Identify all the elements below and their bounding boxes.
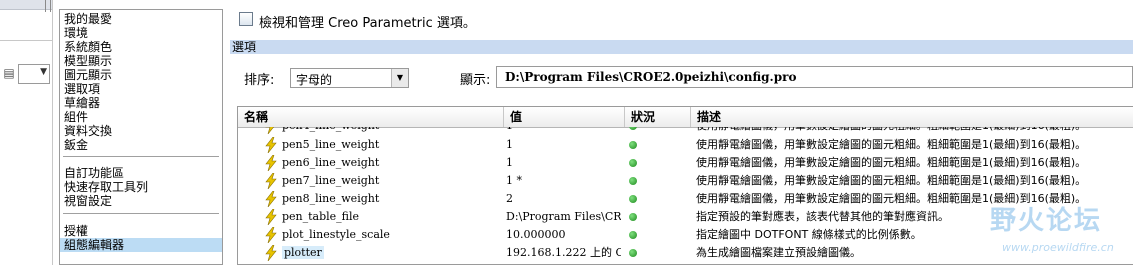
category-licensing[interactable]: 授權 xyxy=(60,224,222,238)
option-name: plotter xyxy=(282,244,502,262)
option-description: 使用靜電繪圖儀，用筆數設定繪圖的圖元粗細。粗細範圍是1(最細)到16(最粗)。 xyxy=(696,156,1087,169)
divider xyxy=(0,40,52,41)
background-window-strip: ▤ ▼ xyxy=(0,0,53,265)
status-ok-icon xyxy=(629,177,637,185)
document-icon[interactable]: ▤ xyxy=(0,64,18,82)
table-header: 名稱 值 狀況 描述 xyxy=(238,107,1133,128)
category-list: 我的最愛 環境 系統顏色 模型顯示 圖元顯示 選取項 草繪器 組件 資料交換 鈑… xyxy=(59,9,223,265)
column-header-value[interactable]: 值 xyxy=(504,107,625,127)
status-ok-icon xyxy=(629,249,637,257)
status-ok-icon xyxy=(629,195,637,203)
category-data-exchange[interactable]: 資料交換 xyxy=(60,124,222,138)
sort-dropdown[interactable]: 字母的 ▼ xyxy=(290,68,409,88)
display-dropdown[interactable]: D:\Program Files\CROE2.0peizhi\config.pr… xyxy=(496,66,1133,88)
option-value: 10.000000 xyxy=(506,228,566,241)
option-name: pen_table_file xyxy=(282,210,360,223)
category-customize-ribbon[interactable]: 自訂功能區 xyxy=(60,166,222,180)
category-environment[interactable]: 環境 xyxy=(60,26,222,40)
option-name: pen5_line_weight xyxy=(282,138,380,151)
option-value: 1 xyxy=(506,138,513,151)
status-ok-icon xyxy=(629,159,637,167)
options-table: 名稱 值 狀況 描述 pen4_line_weight 1 使用靜電繪圖儀，用筆… xyxy=(237,106,1133,265)
category-system-colors[interactable]: 系統顏色 xyxy=(60,40,222,54)
status-ok-icon xyxy=(629,141,637,149)
watermark-logo: 野火论坛 xyxy=(990,206,1103,236)
option-name: pen8_line_weight xyxy=(282,192,380,205)
table-row[interactable]: plotter 192.168.1.222 上的 C... 為生成繪圖檔案建立預… xyxy=(238,244,1133,262)
option-value: 192.168.1.222 上的 C... xyxy=(506,246,621,259)
divider xyxy=(50,0,51,12)
table-body: pen4_line_weight 1 使用靜電繪圖儀，用筆數設定繪圖的圖元粗細。… xyxy=(238,127,1133,264)
option-value: 1 xyxy=(506,156,513,169)
section-header: 選項 xyxy=(230,40,1133,54)
option-name: pen7_line_weight xyxy=(282,174,380,187)
status-ok-icon xyxy=(629,213,637,221)
category-entity-display[interactable]: 圖元顯示 xyxy=(60,68,222,82)
sort-label: 排序: xyxy=(244,73,275,88)
bolt-icon xyxy=(265,173,277,189)
category-model-display[interactable]: 模型顯示 xyxy=(60,54,222,68)
chevron-down-icon[interactable]: ▼ xyxy=(391,69,408,87)
status-ok-icon xyxy=(629,231,637,239)
chevron-down-icon: ▼ xyxy=(40,67,47,77)
option-description: 使用靜電繪圖儀，用筆數設定繪圖的圖元粗細。粗細範圍是1(最細)到16(最粗)。 xyxy=(696,138,1087,151)
category-config-editor[interactable]: 組態編輯器 xyxy=(60,238,222,252)
watermark-url: www.proewildfire.cn xyxy=(1002,241,1114,254)
category-window-settings[interactable]: 視窗設定 xyxy=(60,194,222,208)
category-quick-access[interactable]: 快速存取工具列 xyxy=(60,180,222,194)
category-favorites[interactable]: 我的最愛 xyxy=(60,12,222,26)
table-row[interactable]: pen5_line_weight 1 使用靜電繪圖儀，用筆數設定繪圖的圖元粗細。… xyxy=(238,136,1133,154)
bolt-icon xyxy=(265,209,277,225)
panel-title: 檢視和管理 Creo Parametric 選項。 xyxy=(259,16,476,31)
status-ok-icon xyxy=(629,127,637,130)
category-assembly[interactable]: 組件 xyxy=(60,110,222,124)
option-value: D:\Program Files\CRO... xyxy=(506,210,621,223)
bolt-icon xyxy=(265,137,277,153)
option-value: 2 xyxy=(506,192,513,205)
option-name: pen4_line_weight xyxy=(282,127,502,135)
option-name-selected: plotter xyxy=(282,246,324,259)
option-value: 1 xyxy=(506,127,621,135)
option-description: 使用靜電繪圖儀，用筆數設定繪圖的圖元粗細。粗細範圍是1(最細)到16(最粗)。 xyxy=(696,174,1087,187)
display-value: D:\Program Files\CROE2.0peizhi\config.pr… xyxy=(505,70,797,84)
display-label: 顯示: xyxy=(460,73,491,88)
bolt-icon xyxy=(265,155,277,171)
table-row[interactable]: pen7_line_weight 1 * 使用靜電繪圖儀，用筆數設定繪圖的圖元粗… xyxy=(238,172,1133,190)
divider xyxy=(63,213,219,214)
option-description: 使用靜電繪圖儀，用筆數設定繪圖的圖元粗細。粗細範圍是1(最細)到16(最粗)。 xyxy=(696,127,1133,135)
category-sketcher[interactable]: 草繪器 xyxy=(60,96,222,110)
divider xyxy=(45,0,46,12)
sort-value: 字母的 xyxy=(296,73,333,87)
bolt-icon xyxy=(265,227,277,243)
option-value: 1 * xyxy=(506,174,522,187)
category-selection[interactable]: 選取項 xyxy=(60,82,222,96)
background-combo[interactable]: ▼ xyxy=(18,64,50,84)
category-sheetmetal[interactable]: 鈑金 xyxy=(60,138,222,152)
divider xyxy=(63,156,219,157)
column-header-status[interactable]: 狀況 xyxy=(625,107,691,127)
option-name: plot_linestyle_scale xyxy=(282,228,390,241)
column-header-name[interactable]: 名稱 xyxy=(238,107,504,127)
bolt-icon xyxy=(265,127,274,134)
table-row[interactable]: pen4_line_weight 1 使用靜電繪圖儀，用筆數設定繪圖的圖元粗細。… xyxy=(238,127,1133,135)
options-icon xyxy=(239,12,253,26)
table-row[interactable]: pen6_line_weight 1 使用靜電繪圖儀，用筆數設定繪圖的圖元粗細。… xyxy=(238,154,1133,172)
option-name: pen6_line_weight xyxy=(282,156,380,169)
bolt-icon xyxy=(265,245,277,261)
column-header-description[interactable]: 描述 xyxy=(691,107,1133,127)
bolt-icon xyxy=(265,191,277,207)
